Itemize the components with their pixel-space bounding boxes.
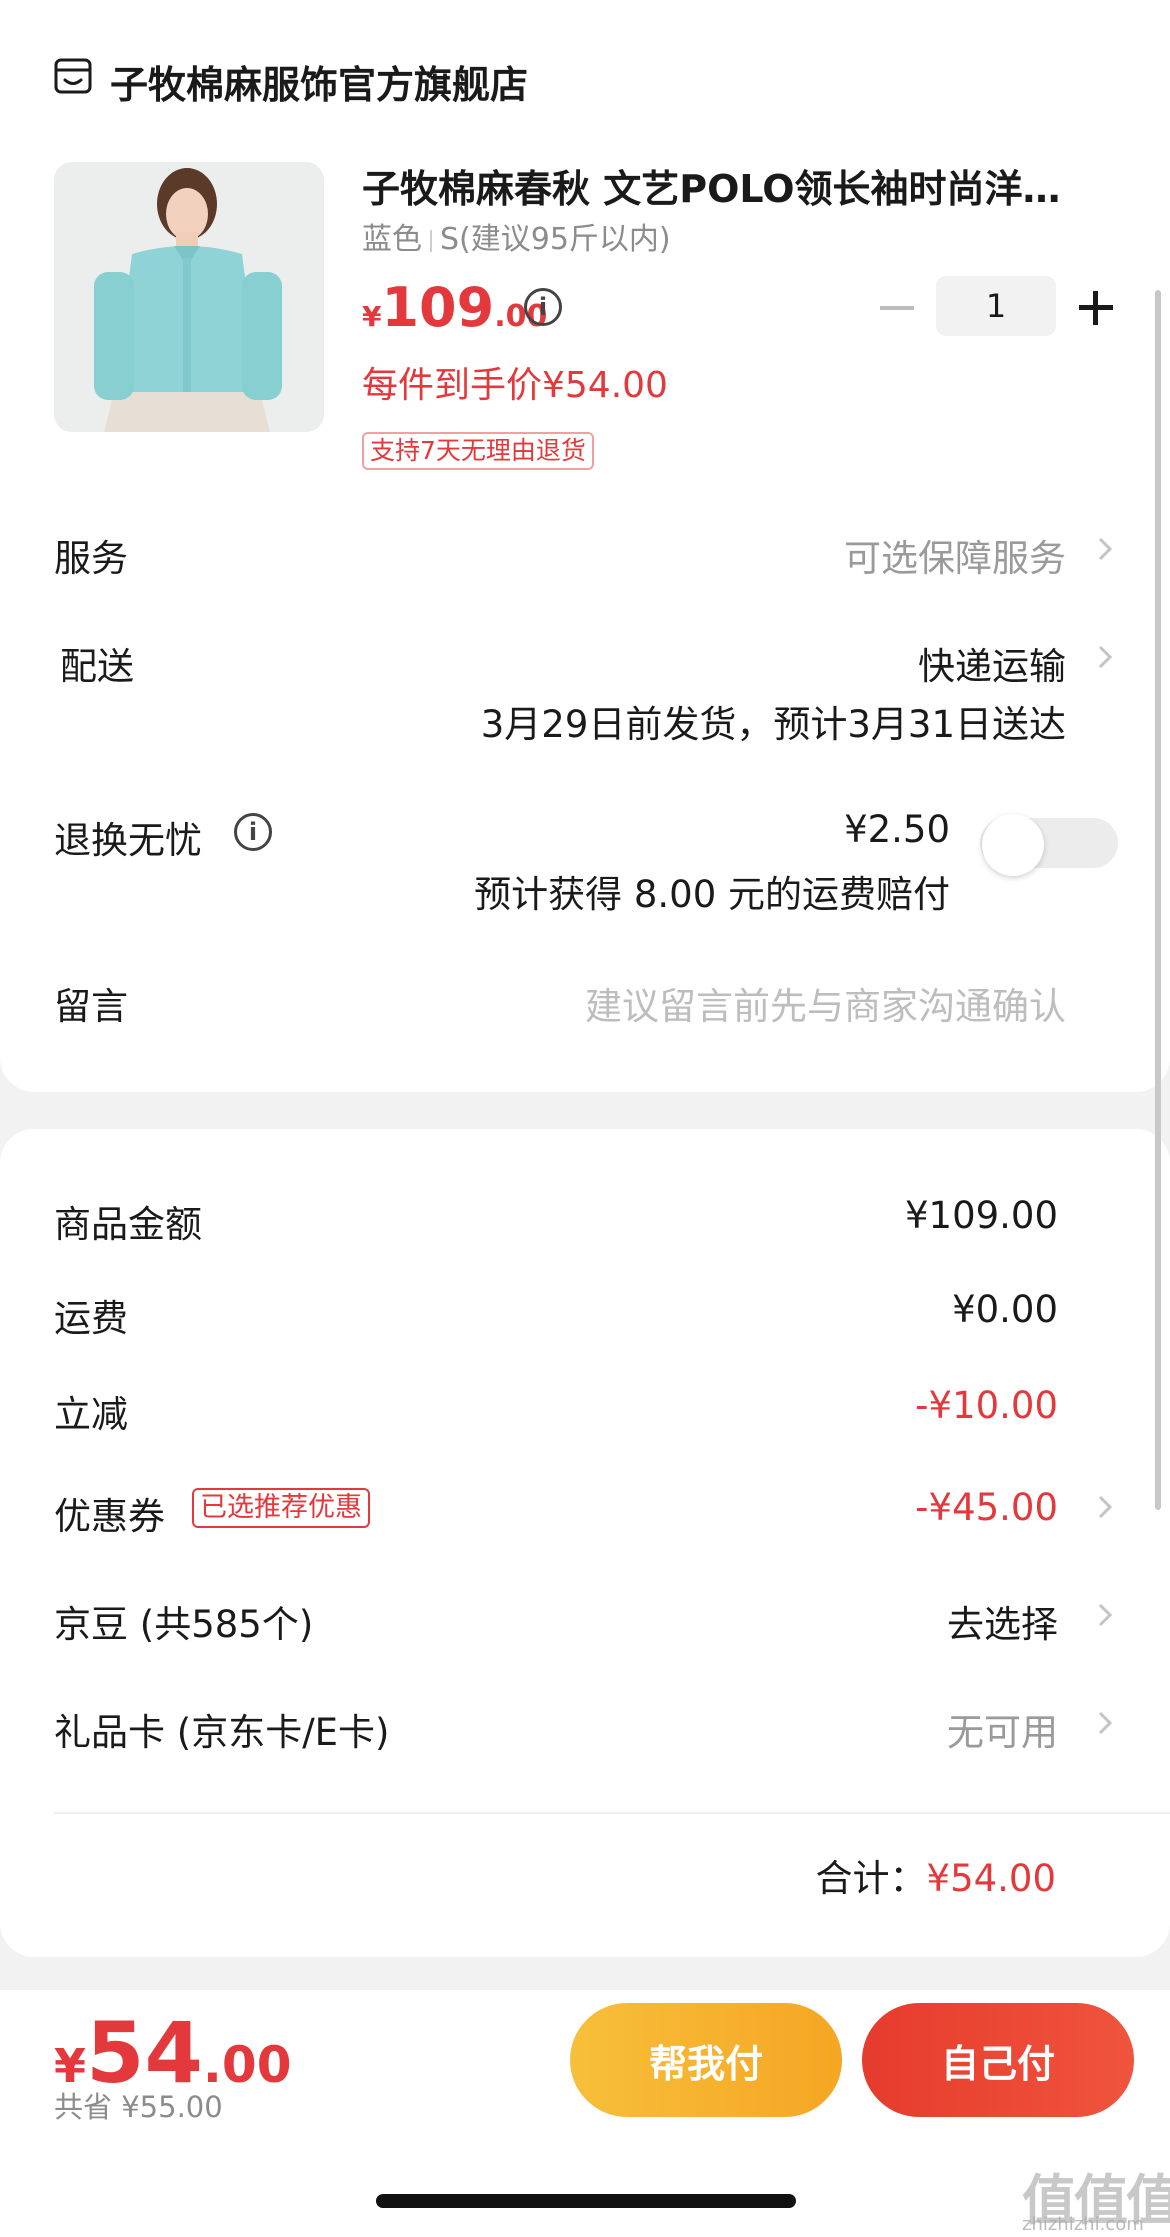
chevron-right-icon[interactable]: [1092, 1602, 1118, 1628]
return-policy-badge: 支持7天无理由退货: [362, 432, 594, 470]
toggle-knob: [982, 814, 1044, 876]
shipping-value: ¥0.00: [952, 1288, 1058, 1331]
service-value[interactable]: 可选保障服务: [844, 528, 1066, 582]
spec-divider: [430, 229, 432, 252]
gift-card-label: 礼品卡 (京东卡/E卡): [54, 1711, 390, 1754]
help-me-pay-button[interactable]: 帮我付: [570, 2003, 842, 2117]
chevron-right-icon[interactable]: [1092, 536, 1118, 562]
coupon-value[interactable]: -¥45.00: [915, 1486, 1058, 1529]
product-size: S(建议95斤以内): [440, 222, 671, 257]
message-input[interactable]: 建议留言前先与商家沟通确认: [585, 976, 1066, 1030]
price-info-icon[interactable]: i: [524, 288, 562, 326]
scrollbar[interactable]: [1155, 290, 1161, 1510]
unit-price: 每件到手价¥54.00: [362, 365, 668, 406]
delivery-note: 3月29日前发货，预计3月31日送达: [480, 703, 1066, 746]
home-indicator[interactable]: [376, 2194, 796, 2208]
exchange-info-icon[interactable]: i: [234, 813, 272, 851]
exchange-note: 预计获得 8.00 元的运费赔付: [474, 873, 950, 916]
quantity-field[interactable]: 1: [936, 276, 1056, 336]
chevron-right-icon[interactable]: [1092, 644, 1118, 670]
saved-amount: 共省 ¥55.00: [54, 2090, 223, 2124]
store-icon: [54, 58, 92, 94]
product-title[interactable]: 子牧棉麻春秋 文艺POLO领长袖时尚洋…: [362, 158, 1092, 213]
message-label: 留言: [54, 985, 128, 1028]
product-spec[interactable]: 蓝色 S(建议95斤以内): [362, 214, 671, 258]
price-summary-card: [0, 1129, 1170, 1957]
decrease-quantity-button[interactable]: [880, 306, 914, 310]
coupon-recommended-tag: 已选推荐优惠: [192, 1488, 370, 1528]
home-area: [0, 2140, 1170, 2237]
summary-divider: [54, 1812, 1170, 1814]
product-price: ¥109.00: [362, 276, 547, 339]
price-currency: ¥: [362, 300, 382, 333]
service-label: 服务: [54, 537, 128, 580]
total-label: 合计：: [815, 1857, 927, 1900]
jd-beans-select[interactable]: 去选择: [947, 1594, 1058, 1648]
coupon-label: 优惠券: [54, 1495, 165, 1538]
store-name[interactable]: 子牧棉麻服饰官方旗舰店: [110, 54, 528, 109]
shipping-label: 运费: [54, 1297, 128, 1340]
discount-value: -¥10.00: [915, 1384, 1058, 1427]
chevron-right-icon[interactable]: [1092, 1494, 1118, 1520]
watermark-url: zhizhizhi.com: [1022, 2214, 1144, 2235]
product-color: 蓝色: [362, 222, 422, 257]
delivery-value[interactable]: 快递运输: [918, 636, 1066, 690]
discount-label: 立减: [54, 1393, 128, 1436]
goods-amount-label: 商品金额: [54, 1203, 202, 1246]
pay-myself-button[interactable]: 自己付: [862, 2003, 1134, 2117]
exchange-price: ¥2.50: [844, 808, 950, 851]
price-integer: 109: [381, 276, 495, 339]
product-image[interactable]: [54, 162, 324, 432]
total-value: ¥54.00: [926, 1857, 1056, 1900]
chevron-right-icon[interactable]: [1092, 1710, 1118, 1736]
increase-quantity-icon: [1093, 291, 1098, 325]
gift-card-value[interactable]: 无可用: [947, 1702, 1058, 1756]
summary-total: 合计：¥54.00: [816, 1848, 1056, 1902]
delivery-label: 配送: [60, 645, 134, 688]
jd-beans-label: 京豆 (共585个): [54, 1603, 314, 1646]
goods-amount-value: ¥109.00: [904, 1194, 1058, 1237]
exchange-label: 退换无忧: [54, 819, 202, 862]
